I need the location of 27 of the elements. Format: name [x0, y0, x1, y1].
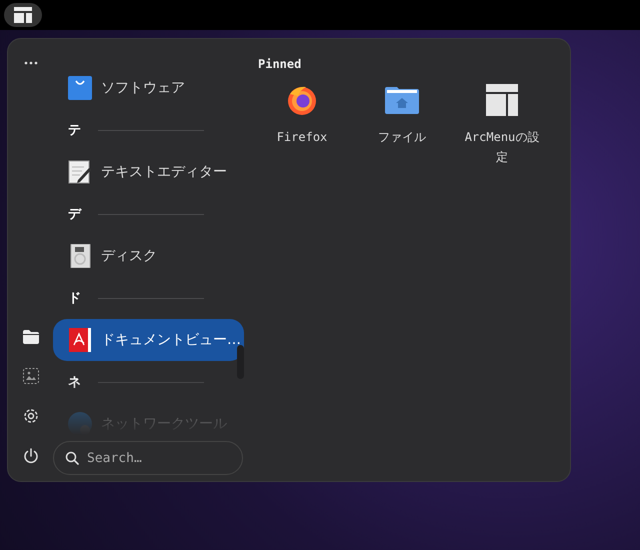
document-viewer-icon — [68, 328, 92, 352]
pinned-app[interactable]: ArcMenuの設定 — [452, 83, 552, 167]
section-letter: ネ — [68, 374, 82, 391]
power-icon[interactable] — [22, 448, 38, 464]
layout-icon — [14, 7, 32, 23]
pinned-app[interactable]: Firefox — [252, 83, 352, 167]
app-item[interactable]: ソフトウェア — [53, 67, 244, 109]
menu-layout-button[interactable] — [4, 3, 42, 27]
pinned-app[interactable]: ファイル — [352, 83, 452, 167]
notepad-pencil-icon — [68, 160, 92, 184]
globe-icon — [68, 412, 92, 435]
section-letter: テ — [68, 122, 82, 139]
app-item[interactable]: テキストエディター — [53, 151, 244, 193]
pinned-heading: Pinned — [257, 57, 302, 71]
app-item[interactable]: ディスク — [53, 235, 244, 277]
search-icon — [65, 451, 79, 465]
settings-icon[interactable] — [22, 408, 38, 424]
image-icon[interactable] — [22, 368, 38, 384]
section-letter: デ — [68, 206, 83, 223]
scrollbar[interactable] — [237, 345, 244, 379]
more-icon[interactable] — [24, 61, 38, 65]
section-letter: ド — [68, 290, 82, 307]
folder-icon[interactable] — [22, 330, 38, 344]
layout-icon — [486, 83, 518, 117]
search-field[interactable]: Search… — [53, 441, 243, 475]
app-item[interactable]: ドキュメントビュー… — [53, 319, 244, 361]
shopping-bag-icon — [68, 76, 92, 100]
